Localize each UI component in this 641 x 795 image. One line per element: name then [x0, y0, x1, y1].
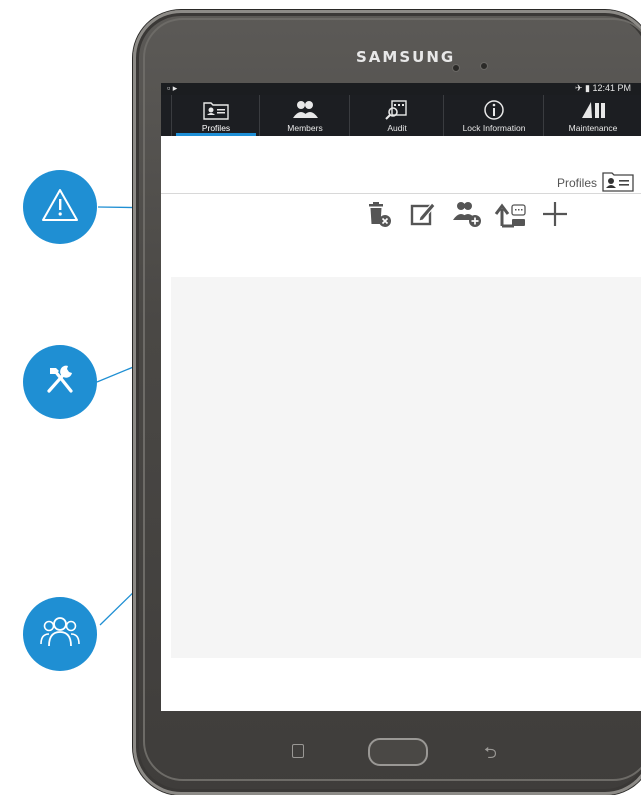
maintenance-icon [544, 99, 641, 121]
tab-label: Profiles [201, 123, 231, 133]
status-right: ✈ ▮ 12:41 PM [574, 83, 631, 93]
tab-label: Maintenance [568, 123, 618, 133]
add-profile-button[interactable] [537, 199, 573, 233]
tab-label: Members [287, 123, 323, 133]
edit-icon [408, 199, 438, 234]
status-bar: ▫ ▸ ✈ ▮ 12:41 PM [161, 83, 641, 95]
edit-profile-button[interactable] [405, 199, 441, 233]
back-arrow-icon: ⮌ [484, 745, 497, 762]
group-callout [23, 597, 97, 671]
profile-toolbar [361, 199, 581, 233]
trash-x-icon [364, 199, 394, 234]
front-sensor [452, 64, 460, 72]
home-button[interactable] [368, 738, 428, 766]
tools-icon [40, 360, 80, 405]
recent-apps-button[interactable] [292, 744, 304, 758]
upload-to-lock-button[interactable] [493, 199, 529, 233]
tab-label: Audit [387, 123, 407, 133]
members-icon [260, 99, 350, 121]
back-button[interactable]: ⮌ [484, 742, 497, 769]
section-header: Profiles [557, 169, 635, 196]
warning-callout [23, 170, 97, 244]
app-screen: ▫ ▸ ✈ ▮ 12:41 PM Profiles Members Audit [161, 83, 641, 711]
profile-card-icon [601, 169, 635, 196]
tools-callout [23, 345, 97, 419]
audit-icon [350, 99, 444, 121]
section-title: Profiles [556, 175, 597, 190]
notification-icons: ▫ ▸ [167, 83, 178, 93]
brand-logo: SAMSUNG [356, 48, 456, 66]
upload-icon [494, 199, 528, 234]
status-time: 12:41 PM [592, 83, 631, 93]
add-member-button[interactable] [449, 199, 485, 233]
add-member-icon [451, 199, 483, 234]
delete-profile-button[interactable] [361, 199, 397, 233]
profile-card-icon [172, 99, 260, 121]
tab-label: Lock Information [462, 123, 526, 133]
header-divider [161, 193, 641, 194]
tab-audit[interactable]: Audit [349, 95, 444, 136]
front-camera [480, 62, 488, 70]
warning-icon [40, 187, 80, 228]
profiles-list-area [171, 277, 641, 658]
tab-profiles[interactable]: Profiles [171, 95, 260, 136]
plus-icon [540, 199, 570, 234]
top-navigation: Profiles Members Audit Lock Information … [161, 95, 641, 136]
lock-info-icon [444, 99, 544, 121]
group-icon [39, 614, 81, 655]
tab-members[interactable]: Members [259, 95, 350, 136]
tab-lock-information[interactable]: Lock Information [443, 95, 544, 136]
tab-maintenance[interactable]: Maintenance [543, 95, 641, 136]
